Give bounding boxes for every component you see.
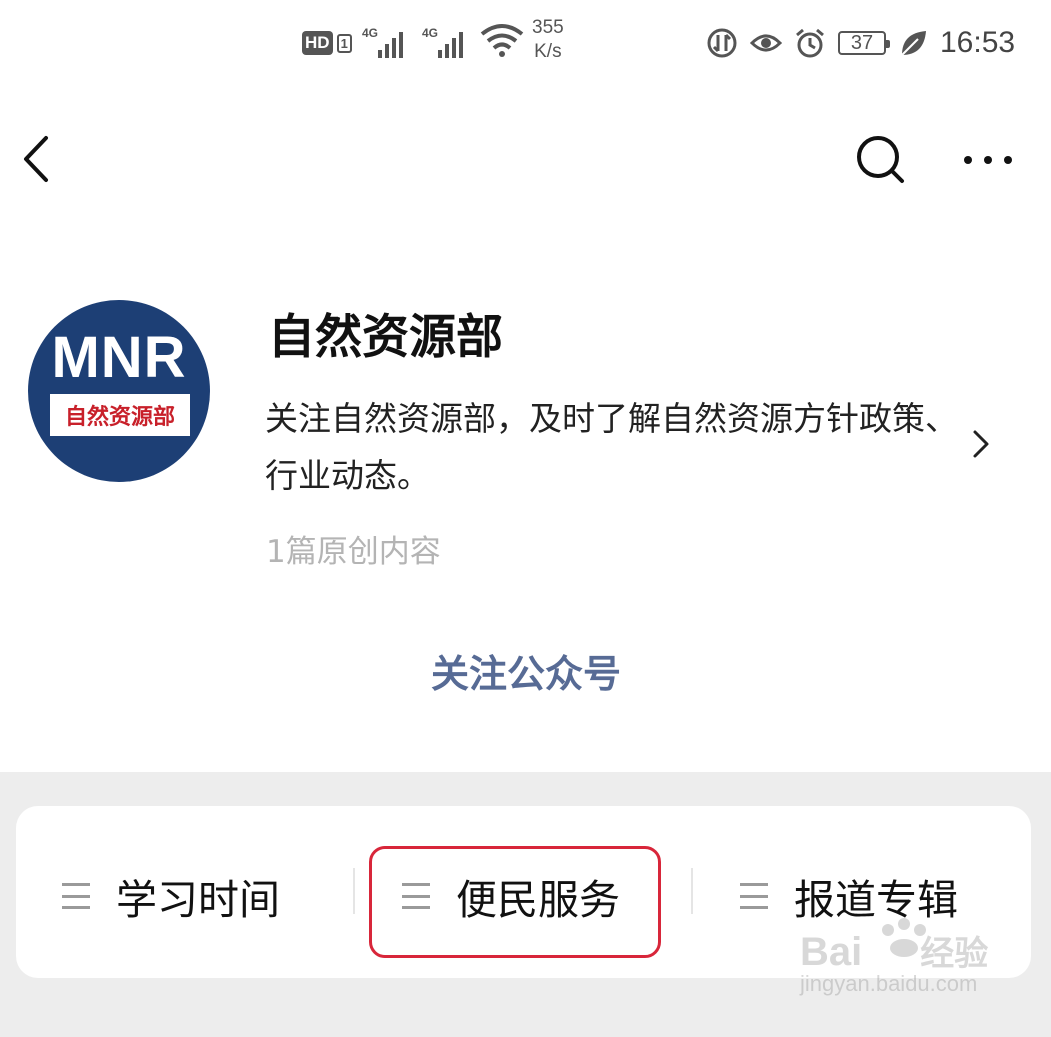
status-icons-right: 37 16:53	[706, 24, 1015, 62]
avatar-logo-subtext: 自然资源部	[64, 404, 175, 430]
more-options-icon[interactable]	[960, 146, 1016, 174]
account-description[interactable]: 关注自然资源部，及时了解自然资源方针政策、行业动态。	[265, 390, 965, 504]
menu-divider	[353, 868, 355, 914]
status-bar: HD 1 4G 4G 355 K/s 37 16:53	[0, 0, 1051, 90]
hd-label: HD	[302, 31, 333, 55]
menu-list-icon	[62, 883, 90, 909]
avatar-logo-plate: 自然资源部	[50, 394, 190, 436]
battery-icon: 37	[838, 31, 890, 55]
hd-voice-indicator: HD 1	[302, 28, 352, 58]
chevron-right-icon[interactable]	[965, 424, 995, 464]
avatar-logo-text: MNR	[51, 325, 187, 390]
menu-item-label: 报道专辑	[794, 876, 958, 924]
signal-icon-sim1: 4G	[362, 26, 414, 58]
search-icon[interactable]	[852, 132, 908, 188]
speed-value: 355	[532, 17, 564, 38]
account-name: 自然资源部	[268, 310, 503, 365]
baidu-paw-icon	[882, 918, 926, 957]
clock: 16:53	[940, 26, 1016, 59]
follow-account-button[interactable]: 关注公众号	[376, 638, 676, 702]
menu-divider	[691, 868, 693, 914]
hd-sub-label: 1	[336, 33, 352, 53]
menu-item-label: 学习时间	[116, 876, 280, 924]
watermark-brand: Bai	[800, 930, 863, 974]
menu-list-icon	[740, 883, 768, 909]
network-type-label: 4G	[362, 26, 379, 40]
back-icon[interactable]	[18, 134, 58, 184]
watermark-url: jingyan.baidu.com	[800, 971, 978, 996]
baidu-jingyan-watermark: Bai 经验 jingyan.baidu.com	[800, 918, 1000, 1016]
account-avatar[interactable]: MNR 自然资源部	[28, 300, 210, 482]
highlight-annotation-box	[369, 846, 661, 958]
leaf-icon	[901, 31, 926, 56]
data-saver-icon	[707, 28, 737, 58]
original-content-count[interactable]: 1篇原创内容	[266, 526, 441, 571]
eye-comfort-icon	[750, 34, 782, 52]
signal-icon-sim2: 4G	[422, 26, 474, 58]
network-type-label: 4G	[422, 26, 439, 40]
menu-item-study-time[interactable]: 学习时间	[62, 848, 280, 944]
battery-level: 37	[850, 31, 874, 54]
network-speed: 355 K/s	[532, 16, 564, 64]
speed-unit: K/s	[534, 41, 562, 62]
alarm-icon	[796, 28, 824, 58]
wifi-icon	[480, 24, 524, 57]
